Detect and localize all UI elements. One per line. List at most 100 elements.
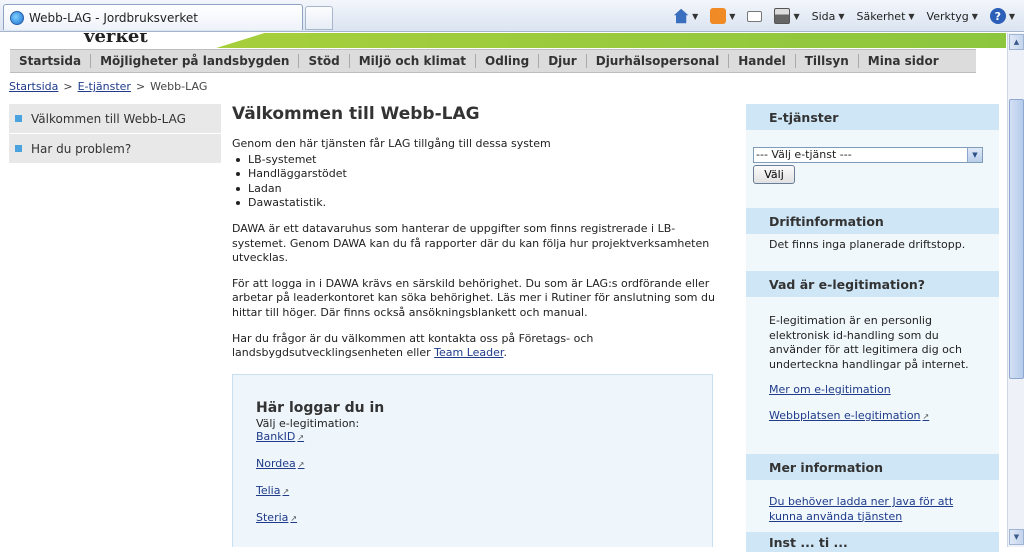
drift-heading: Driftinformation bbox=[746, 208, 999, 234]
drift-text: Det finns inga planerade driftstopp. bbox=[769, 238, 966, 251]
bullet-square-icon bbox=[15, 115, 22, 122]
contact-suffix: . bbox=[503, 346, 507, 360]
page-title: Välkommen till Webb-LAG bbox=[232, 104, 480, 124]
nav-djur[interactable]: Djur bbox=[539, 54, 587, 68]
chevron-down-icon: ▼ bbox=[908, 11, 915, 21]
etjanst-select-value: --- Välj e-tjänst --- bbox=[756, 147, 852, 161]
login-steria-link[interactable]: Steria ↗ bbox=[256, 511, 712, 526]
etjanster-panel: --- Välj e-tjänst --- ▼ Välj bbox=[746, 130, 999, 208]
mer-info-panel: Du behöver ladda ner Java för att kunna … bbox=[746, 480, 999, 532]
tools-menu-label: Verktyg bbox=[926, 9, 969, 23]
printer-icon bbox=[774, 8, 791, 24]
login-title: Här loggar du in bbox=[256, 400, 385, 416]
browser-tab[interactable]: Webb-LAG - Jordbruksverket bbox=[3, 4, 303, 30]
chevron-down-icon: ▼ bbox=[793, 11, 800, 21]
nav-djurhalsopersonal[interactable]: Djurhälsopersonal bbox=[587, 54, 730, 68]
leftnav-item-problem[interactable]: Har du problem? bbox=[9, 134, 221, 164]
chevron-down-icon: ▼ bbox=[692, 11, 699, 21]
help-button[interactable]: ? ▼ bbox=[987, 5, 1018, 27]
nav-mojligheter[interactable]: Möjligheter på landsbygden bbox=[91, 54, 300, 68]
list-item: LB-systemet bbox=[232, 153, 717, 168]
breadcrumb-separator: > bbox=[135, 80, 146, 93]
cut-off-heading: Inst ... ti ... bbox=[746, 532, 999, 552]
contact-text: Har du frågor är du välkommen att kontak… bbox=[232, 331, 594, 360]
nav-mina-sidor[interactable]: Mina sidor bbox=[859, 54, 948, 68]
home-button[interactable]: ▼ bbox=[670, 5, 701, 27]
scrollbar-thumb[interactable] bbox=[1009, 99, 1024, 379]
login-option-label: Nordea bbox=[256, 457, 296, 470]
mer-om-eleg-link[interactable]: Mer om e-legitimation bbox=[769, 383, 989, 398]
breadcrumb: Startsida > E-tjänster > Webb-LAG bbox=[9, 80, 207, 93]
help-icon: ? bbox=[989, 8, 1006, 24]
dawa-description: DAWA är ett datavaruhus som hanterar de … bbox=[232, 221, 710, 265]
tools-menu[interactable]: Verktyg ▼ bbox=[924, 5, 981, 27]
login-option-label: Telia bbox=[256, 484, 281, 497]
chevron-down-icon: ▼ bbox=[1008, 11, 1015, 21]
site-banner: verket bbox=[0, 33, 1006, 48]
command-bar: ▼ ▼ ▼ Sida ▼ Säkerhet ▼ Verktyg ▼ ? ▼ bbox=[670, 4, 1018, 28]
tab-title: Webb-LAG - Jordbruksverket bbox=[29, 10, 198, 25]
chevron-down-icon: ▼ bbox=[967, 148, 982, 162]
feeds-button[interactable]: ▼ bbox=[707, 5, 738, 27]
web-page: verket Startsida Möjligheter på landsbyg… bbox=[0, 33, 1024, 552]
list-item: Dawastatistik. bbox=[232, 196, 717, 211]
home-icon bbox=[673, 8, 689, 24]
eleg-heading: Vad är e-legitimation? bbox=[746, 271, 999, 297]
webbplatsen-eleg-link[interactable]: Webbplatsen e-legitimation ↗ bbox=[769, 409, 989, 425]
valj-button[interactable]: Välj bbox=[753, 165, 795, 184]
scroll-down-icon[interactable]: ▼ bbox=[1009, 529, 1024, 545]
print-button[interactable]: ▼ bbox=[771, 5, 802, 27]
list-item: Handläggarstödet bbox=[232, 167, 717, 182]
login-bankid-link[interactable]: BankID ↗ bbox=[256, 430, 712, 445]
ie-icon bbox=[10, 10, 24, 25]
nav-startsida[interactable]: Startsida bbox=[10, 54, 92, 68]
eleg-text: E-legitimation är en personlig elektroni… bbox=[769, 314, 969, 371]
drift-panel: Det finns inga planerade driftstopp. bbox=[746, 234, 999, 271]
browser-toolbar: Webb-LAG - Jordbruksverket ▼ ▼ ▼ Sida ▼ S… bbox=[0, 0, 1024, 32]
nav-stod[interactable]: Stöd bbox=[299, 54, 350, 68]
nav-miljo-klimat[interactable]: Miljö och klimat bbox=[350, 54, 477, 68]
page-menu-label: Sida bbox=[811, 9, 836, 23]
chevron-down-icon: ▼ bbox=[971, 11, 978, 21]
breadcrumb-home[interactable]: Startsida bbox=[9, 80, 58, 93]
external-link-icon: ↗ bbox=[297, 460, 305, 469]
new-tab-button[interactable] bbox=[305, 6, 333, 30]
main-navigation: Startsida Möjligheter på landsbygden Stö… bbox=[10, 49, 976, 73]
nav-tillsyn[interactable]: Tillsyn bbox=[796, 54, 859, 68]
etjanst-select[interactable]: --- Välj e-tjänst --- ▼ bbox=[753, 147, 983, 163]
main-content: Välkommen till Webb-LAG Genom den här tj… bbox=[232, 104, 717, 372]
site-logo[interactable]: verket bbox=[84, 33, 148, 47]
etjanster-heading: E-tjänster bbox=[746, 104, 999, 130]
login-telia-link[interactable]: Telia ↗ bbox=[256, 484, 712, 499]
breadcrumb-separator: > bbox=[63, 80, 73, 93]
team-leader-link[interactable]: Team Leader bbox=[434, 346, 503, 359]
left-navigation: Välkommen till Webb-LAG Har du problem? bbox=[9, 104, 221, 164]
login-option-label: Steria bbox=[256, 511, 289, 524]
bullet-square-icon bbox=[15, 145, 22, 152]
external-link-icon: ↗ bbox=[290, 514, 298, 523]
scroll-up-icon[interactable]: ▲ bbox=[1009, 34, 1024, 50]
login-nordea-link[interactable]: Nordea ↗ bbox=[256, 457, 712, 472]
intro-text: Genom den här tjänsten får LAG tillgång … bbox=[232, 137, 551, 150]
leftnav-item-valkommen[interactable]: Välkommen till Webb-LAG bbox=[9, 104, 221, 134]
external-link-icon: ↗ bbox=[922, 411, 930, 421]
list-item: Ladan bbox=[232, 182, 717, 197]
nav-handel[interactable]: Handel bbox=[729, 54, 796, 68]
contact-info: Har du frågor är du välkommen att kontak… bbox=[232, 332, 717, 361]
nav-odling[interactable]: Odling bbox=[476, 54, 540, 68]
chevron-down-icon: ▼ bbox=[729, 11, 736, 21]
page-menu[interactable]: Sida ▼ bbox=[809, 5, 848, 27]
leftnav-item-label: Välkommen till Webb-LAG bbox=[31, 111, 186, 126]
access-info: För att logga in i DAWA krävs en särskil… bbox=[232, 276, 715, 319]
breadcrumb-etjanster[interactable]: E-tjänster bbox=[78, 80, 131, 93]
chevron-down-icon: ▼ bbox=[838, 11, 845, 21]
java-link[interactable]: Du behöver ladda ner Java för att kunna … bbox=[769, 495, 953, 523]
safety-menu[interactable]: Säkerhet ▼ bbox=[854, 5, 918, 27]
external-link-icon: ↗ bbox=[297, 433, 305, 442]
link-label: Webbplatsen e-legitimation bbox=[769, 408, 921, 422]
leftnav-item-label: Har du problem? bbox=[31, 141, 132, 156]
systems-list: LB-systemet Handläggarstödet Ladan Dawas… bbox=[232, 153, 717, 211]
login-box: Här loggar du in Välj e-legitimation: Ba… bbox=[232, 374, 713, 547]
vertical-scrollbar[interactable]: ▲ ▼ bbox=[1007, 33, 1024, 547]
mail-button[interactable] bbox=[744, 5, 765, 27]
